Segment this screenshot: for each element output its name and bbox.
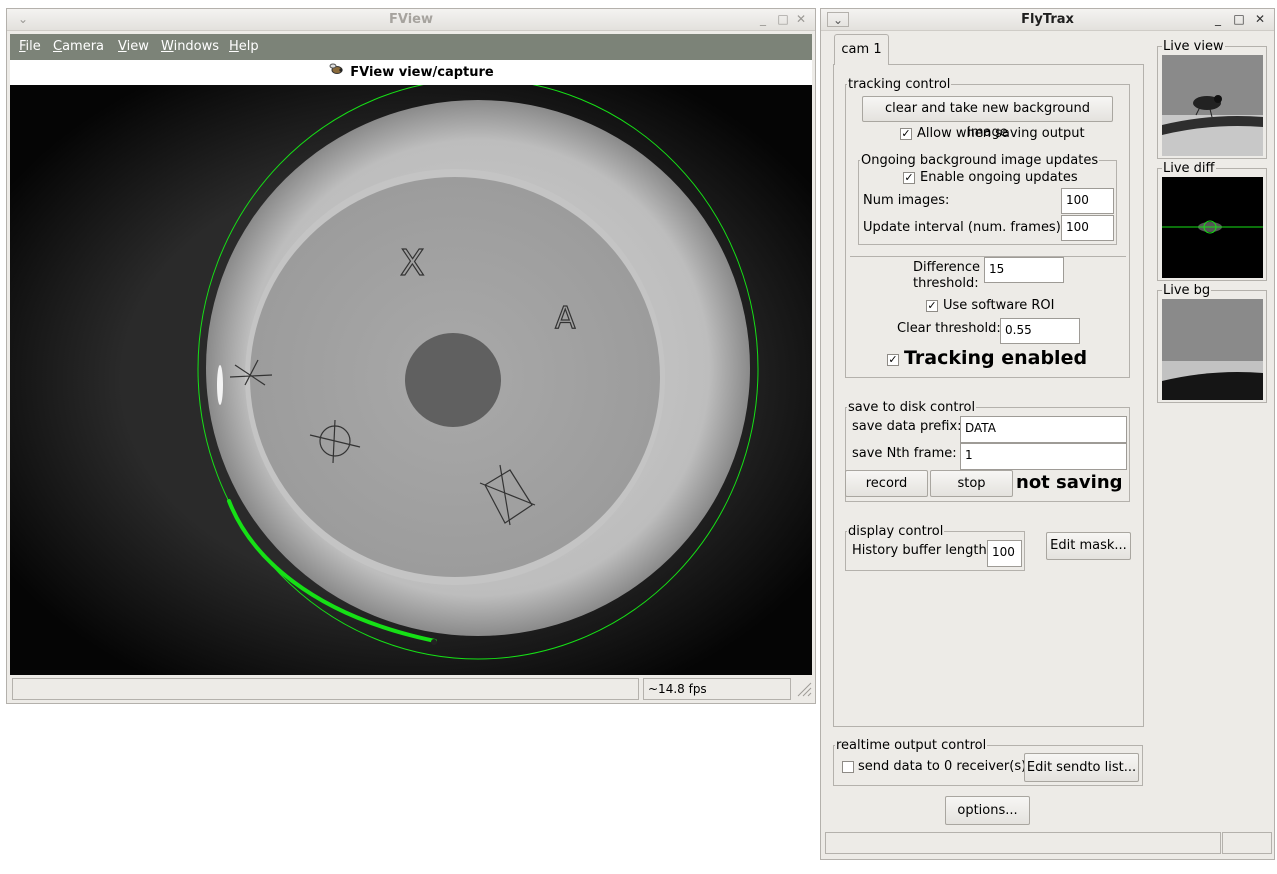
marking-x: X — [400, 243, 425, 284]
resize-grip-icon[interactable] — [794, 679, 812, 697]
live-diff-image — [1162, 177, 1263, 278]
minimize-icon[interactable]: _ — [1210, 12, 1226, 27]
edit-mask-button[interactable]: Edit mask... — [1046, 532, 1131, 560]
marking-a: A — [555, 301, 576, 336]
menu-camera[interactable]: Camera — [53, 39, 104, 54]
flytrax-titlebar[interactable]: ⌄ FlyTrax _ □ ✕ — [821, 9, 1274, 31]
save-nth-input[interactable]: 1 — [960, 443, 1127, 470]
history-buffer-input[interactable]: 100 — [987, 540, 1022, 567]
fview-title: FView — [389, 12, 433, 27]
update-interval-label: Update interval (num. frames): — [863, 220, 1066, 235]
save-prefix-input[interactable]: DATA — [960, 416, 1127, 443]
enable-ongoing-label: Enable ongoing updates — [920, 170, 1078, 185]
live-view-image — [1162, 55, 1263, 156]
realtime-output-legend: realtime output control — [836, 738, 987, 753]
menubar: File Camera View Windows Help — [10, 34, 812, 60]
difference-threshold-label-2: threshold: — [913, 276, 979, 291]
send-data-checkbox[interactable] — [842, 761, 854, 773]
fps-display: ~14.8 fps — [643, 678, 791, 700]
tracking-control-legend: tracking control — [848, 77, 951, 92]
menu-file[interactable]: File — [19, 39, 41, 54]
flytrax-title: FlyTrax — [1021, 12, 1074, 27]
fly-icon — [328, 60, 344, 85]
maximize-icon[interactable]: □ — [775, 12, 791, 27]
status-message — [12, 678, 639, 700]
flytrax-status-left — [825, 832, 1221, 854]
software-roi-label: Use software ROI — [943, 298, 1055, 313]
fview-window: ⌄ FView _ □ ✕ File Camera View Windows H… — [6, 8, 816, 704]
tracking-enabled-label: Tracking enabled — [904, 347, 1088, 369]
difference-threshold-input[interactable]: 15 — [984, 257, 1064, 283]
live-view-panel: Live view — [1157, 39, 1267, 159]
save-prefix-label: save data prefix: — [852, 419, 962, 434]
history-buffer-label: History buffer length: — [852, 543, 992, 558]
close-icon[interactable]: ✕ — [793, 12, 809, 27]
clear-threshold-input[interactable]: 0.55 — [1000, 318, 1080, 344]
record-button[interactable]: record — [845, 470, 928, 497]
clear-threshold-label: Clear threshold: — [897, 321, 1001, 336]
live-bg-image — [1162, 299, 1263, 400]
live-diff-label: Live diff — [1162, 161, 1216, 176]
live-bg-panel: Live bg — [1157, 283, 1267, 403]
ongoing-updates-legend: Ongoing background image updates — [861, 153, 1099, 168]
num-images-input[interactable]: 100 — [1061, 188, 1114, 214]
saving-status: not saving — [1016, 472, 1123, 493]
fview-titlebar[interactable]: ⌄ FView _ □ ✕ — [7, 9, 815, 31]
flytrax-status-right — [1222, 832, 1272, 854]
clear-background-button[interactable]: clear and take new background image — [862, 96, 1113, 140]
menu-view[interactable]: View — [118, 39, 149, 54]
maximize-icon[interactable]: □ — [1231, 12, 1247, 27]
live-bg-label: Live bg — [1162, 283, 1212, 298]
num-images-label: Num images: — [863, 193, 950, 208]
difference-threshold-label-1: Difference — [913, 260, 981, 275]
center-post — [405, 333, 501, 427]
minimize-icon[interactable]: _ — [755, 12, 771, 27]
send-data-label: send data to 0 receiver(s) — [858, 759, 1027, 774]
view-header: FView view/capture — [10, 60, 812, 85]
live-diff-panel: Live diff — [1157, 161, 1267, 281]
save-nth-label: save Nth frame: — [852, 446, 957, 461]
close-icon[interactable]: ✕ — [1252, 12, 1268, 27]
live-view-label: Live view — [1162, 39, 1225, 54]
update-interval-input[interactable]: 100 — [1061, 215, 1114, 241]
tab-cam1[interactable]: cam 1 — [834, 34, 889, 65]
allow-saving-label: Allow when saving output — [917, 126, 1085, 141]
allow-saving-checkbox[interactable]: ✓ — [900, 128, 912, 140]
save-control-legend: save to disk control — [848, 400, 976, 415]
camera-view[interactable]: X A — [10, 85, 812, 675]
edit-sendto-button[interactable]: Edit sendto list... — [1024, 753, 1139, 782]
stop-button[interactable]: stop — [930, 470, 1013, 497]
display-control-legend: display control — [848, 524, 944, 539]
menu-windows[interactable]: Windows — [161, 39, 219, 54]
tracking-enabled-checkbox[interactable]: ✓ — [887, 354, 899, 366]
menu-help[interactable]: Help — [229, 39, 259, 54]
software-roi-checkbox[interactable]: ✓ — [926, 300, 938, 312]
view-title: FView view/capture — [350, 65, 494, 80]
enable-ongoing-checkbox[interactable]: ✓ — [903, 172, 915, 184]
options-button[interactable]: options... — [945, 796, 1030, 825]
